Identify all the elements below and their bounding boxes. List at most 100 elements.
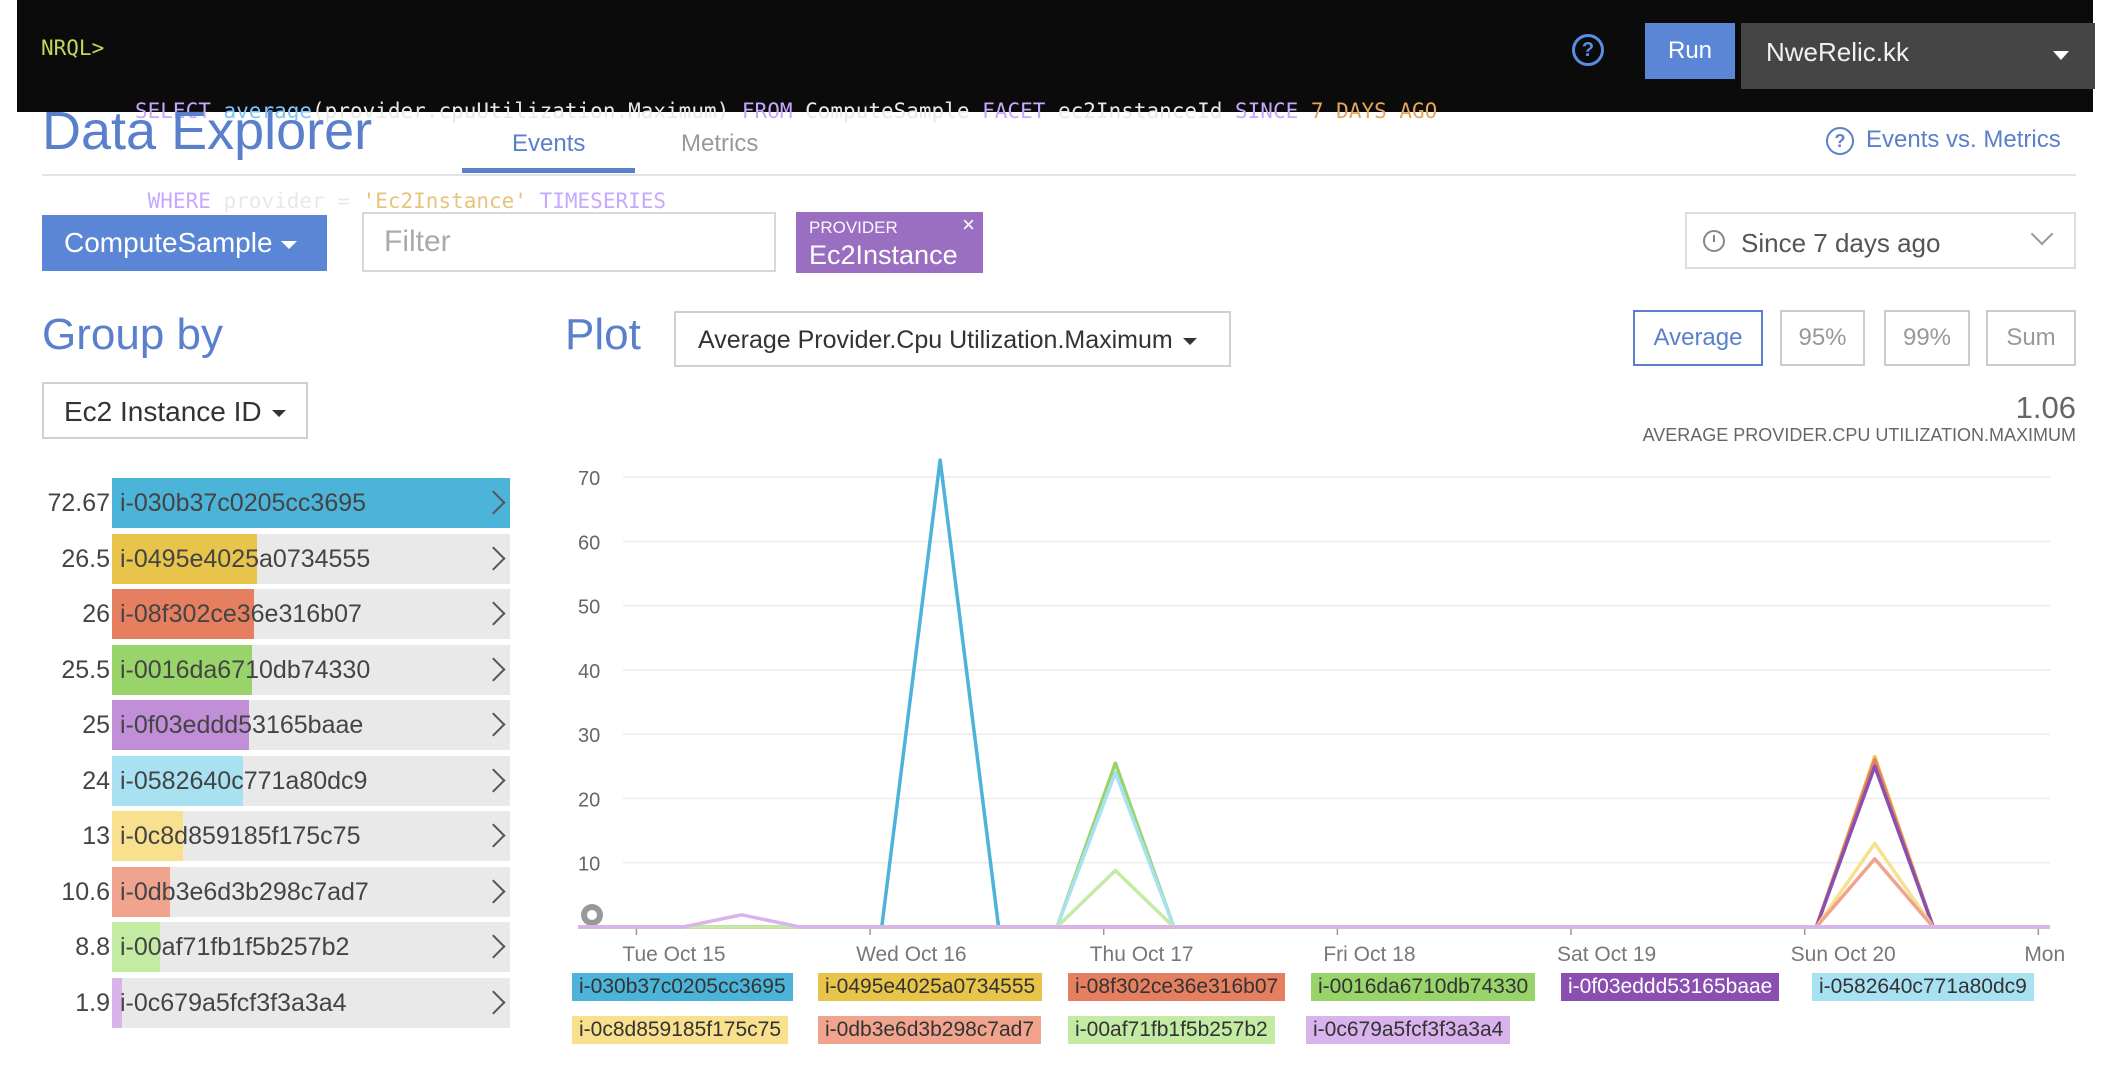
y-tick-label: 20 — [578, 789, 600, 811]
help-icon: ? — [1826, 126, 1854, 155]
filter-chip[interactable]: PROVIDER Ec2Instance × — [796, 212, 983, 273]
facet-value: 25 — [82, 711, 110, 739]
legend-item[interactable]: i-030b37c0205cc3695 — [572, 973, 793, 1001]
facet-instance-id: i-0c679a5fcf3f3a3a4 — [120, 988, 347, 1017]
nrql-token: DAYS AGO — [1336, 99, 1438, 123]
close-icon[interactable]: × — [962, 212, 975, 238]
y-tick-label: 60 — [578, 532, 600, 554]
caret-down-icon — [1182, 337, 1197, 345]
aggregation-average-button[interactable]: Average — [1633, 310, 1763, 366]
facet-row[interactable]: 25.5 i-0016da6710db74330 — [42, 644, 510, 695]
chevron-down-icon — [2030, 222, 2054, 246]
filter-chip-key: PROVIDER — [809, 218, 898, 237]
x-tick-label: Tue Oct 15 — [622, 943, 725, 966]
facet-value: 10.6 — [61, 877, 110, 906]
facet-row[interactable]: 72.67 i-030b37c0205cc3695 — [42, 478, 510, 528]
caret-down-icon — [271, 410, 286, 418]
x-tick-label: Fri Oct 18 — [1323, 943, 1415, 966]
events-vs-metrics-link[interactable]: ? Events vs. Metrics — [1826, 126, 2061, 155]
legend-item[interactable]: i-08f302ce36e316b07 — [1068, 973, 1286, 1001]
facet-instance-id: i-0495e4025a0734555 — [120, 544, 371, 573]
help-icon[interactable]: ? — [1572, 34, 1604, 66]
nrql-token: 7 — [1310, 99, 1337, 123]
series-line — [578, 913, 2050, 929]
zero-marker-hole — [587, 910, 597, 920]
legend-item[interactable]: i-00af71fb1f5b257b2 — [1068, 1016, 1275, 1044]
legend-item[interactable]: i-0f03eddd53165baae — [1561, 973, 1780, 1001]
aggregation-sum-button[interactable]: Sum — [1986, 310, 2076, 366]
y-tick-label: 50 — [578, 597, 600, 619]
nrql-token: SINCE — [1235, 99, 1311, 123]
account-name: NweRelic.kk — [1766, 37, 1910, 67]
group-by-title: Group by — [42, 310, 223, 359]
facet-instance-id: i-0db3e6d3b298c7ad7 — [120, 877, 369, 906]
y-tick-label: 70 — [578, 468, 600, 490]
legend-item[interactable]: i-0c679a5fcf3f3a3a4 — [1306, 1016, 1511, 1044]
series-line — [578, 458, 2050, 929]
nrql-token: ec2InstanceId — [1058, 99, 1236, 123]
facet-row[interactable]: 8.8 i-00af71fb1f5b257b2 — [42, 922, 510, 972]
plot-metric-label: Average Provider.Cpu Utilization.Maximum — [698, 326, 1173, 354]
nrql-token: 'Ec2Instance' — [362, 189, 527, 213]
nrql-token: FACET — [982, 99, 1058, 123]
series-line — [578, 771, 2050, 929]
nrql-token: provider = — [223, 189, 363, 213]
caret-down-icon — [280, 240, 297, 249]
facet-instance-id: i-0016da6710db74330 — [120, 655, 371, 684]
facet-row[interactable]: 25 i-0f03eddd53165baae — [42, 700, 510, 750]
filter-input[interactable] — [362, 212, 776, 272]
events-vs-metrics-label: Events vs. Metrics — [1866, 126, 2061, 153]
chevron-down-icon — [2053, 51, 2069, 60]
group-by-select[interactable]: Ec2 Instance ID — [42, 382, 308, 439]
nrql-token: ComputeSample — [805, 99, 983, 123]
facet-instance-id: i-0c8d859185f175c75 — [120, 822, 361, 850]
time-range-select[interactable]: Since 7 days ago — [1685, 212, 2076, 269]
aggregation-99-button[interactable]: 99% — [1884, 310, 1970, 366]
nrql-prompt: NRQL> — [41, 36, 105, 60]
plot-title: Plot — [565, 310, 641, 359]
nrql-token: FROM — [741, 99, 806, 123]
aggregation-95-button[interactable]: 95% — [1780, 310, 1865, 366]
series-line — [578, 764, 2050, 929]
facet-instance-id: i-0f03eddd53165baae — [120, 711, 364, 739]
header-divider — [42, 174, 2076, 176]
facet-value: 72.67 — [47, 489, 110, 517]
tab-events[interactable]: Events — [512, 130, 585, 158]
timeseries-chart[interactable]: 10 20 30 40 50 60 70 Tue Oct 15 Wed Oct 16 Thu Oc… — [560, 430, 2070, 970]
tab-metrics[interactable]: Metrics — [681, 130, 758, 158]
facet-row[interactable]: 26 i-08f302ce36e316b07 — [42, 589, 510, 639]
x-tick-label: Wed Oct 16 — [856, 943, 967, 966]
facet-value: 24 — [82, 766, 110, 795]
legend-item[interactable]: i-0db3e6d3b298c7ad7 — [818, 1016, 1042, 1044]
legend-item[interactable]: i-0c8d859185f175c75 — [572, 1016, 789, 1044]
account-select[interactable]: NweRelic.kk — [1741, 23, 2095, 89]
nrql-token: (provider.cpuUtilization.Maximum) — [312, 99, 742, 123]
nrql-line-2[interactable]: WHERE provider = 'Ec2Instance' TIMESERIE… — [135, 186, 1437, 216]
summary-value: 1.06 — [2015, 390, 2076, 425]
legend-item[interactable]: i-0016da6710db74330 — [1311, 973, 1536, 1001]
facet-row[interactable]: 10.6 i-0db3e6d3b298c7ad7 — [42, 866, 510, 917]
legend-item[interactable]: i-0495e4025a0734555 — [818, 973, 1043, 1001]
nrql-token: WHERE — [135, 189, 224, 213]
event-type-button[interactable]: ComputeSample — [42, 215, 327, 271]
facet-row[interactable]: 24 i-0582640c771a80dc9 — [42, 755, 510, 806]
facet-row[interactable]: 26.5 i-0495e4025a0734555 — [42, 533, 510, 584]
plot-metric-select[interactable]: Average Provider.Cpu Utilization.Maximum — [674, 311, 1231, 367]
x-tick-label: Sat Oct 19 — [1557, 943, 1656, 966]
facet-value: 8.8 — [75, 933, 110, 961]
x-tick-label: Mon Oct 21 — [2024, 943, 2070, 966]
series-line — [578, 758, 2050, 929]
group-by-selected: Ec2 Instance ID — [64, 396, 262, 427]
facet-value: 1.9 — [75, 988, 110, 1017]
run-button[interactable]: Run — [1645, 23, 1735, 79]
x-tick-label: Thu Oct 17 — [1090, 943, 1194, 966]
legend-item[interactable]: i-0582640c771a80dc9 — [1812, 973, 2034, 1001]
facet-value: 26.5 — [61, 544, 110, 573]
x-tick-label: Sun Oct 20 — [1791, 943, 1896, 966]
page-title: Data Explorer — [42, 101, 373, 161]
nrql-bar: NRQL> SELECT average(provider.cpuUtiliza… — [17, 0, 2095, 213]
y-tick-label: 30 — [578, 725, 600, 747]
facet-row[interactable]: 1.9 i-0c679a5fcf3f3a3a4 — [42, 977, 510, 1028]
facet-row[interactable]: 13 i-0c8d859185f175c75 — [42, 811, 510, 861]
active-tab-indicator — [462, 168, 635, 173]
